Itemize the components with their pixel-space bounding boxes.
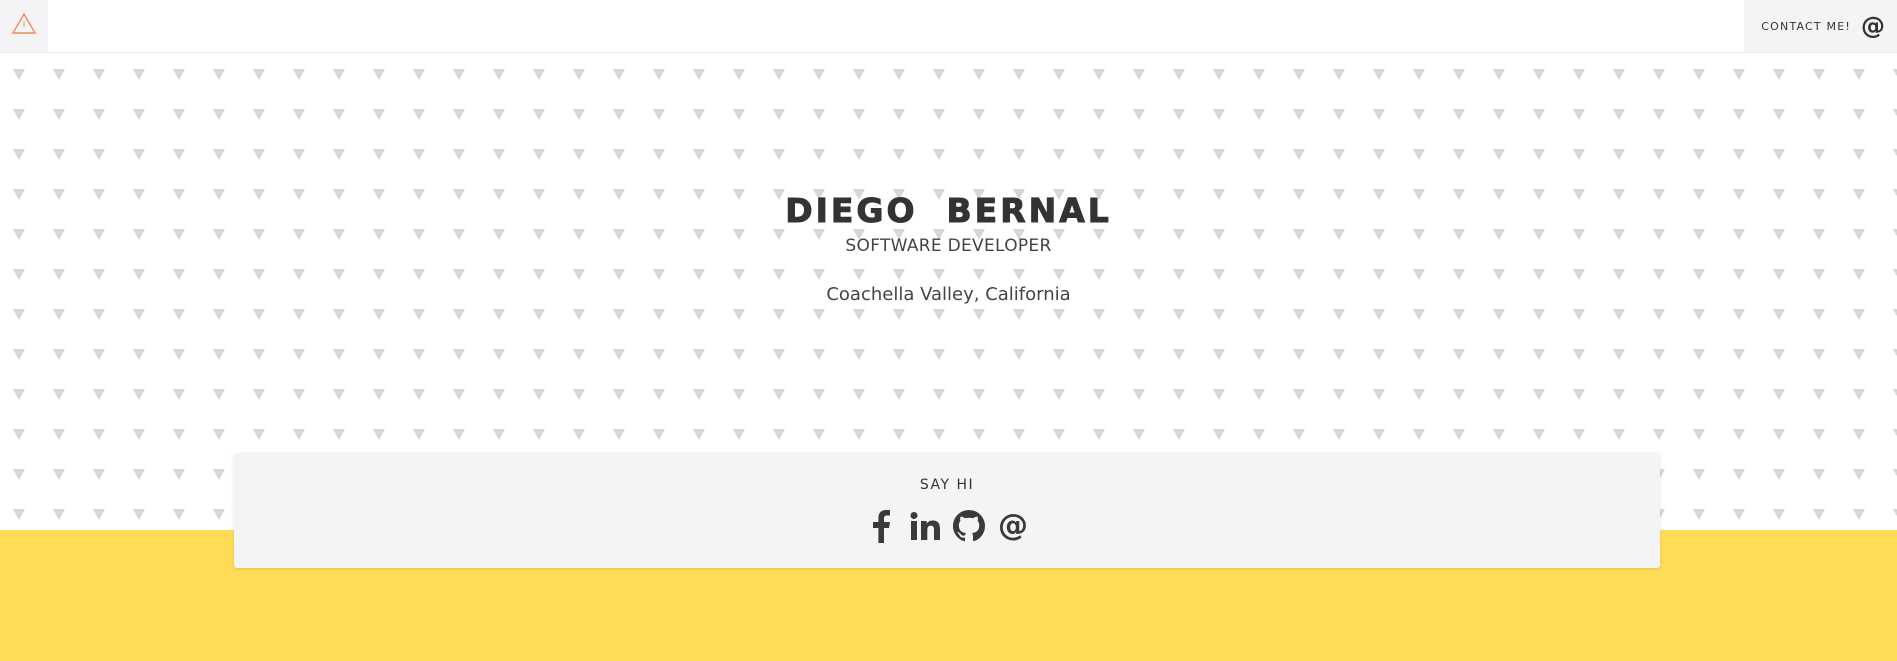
contact-me-button[interactable]: CONTACT ME! @ (1744, 0, 1897, 52)
logo-link[interactable] (0, 0, 48, 52)
linkedin-icon[interactable] (909, 509, 941, 543)
triangle-logo-icon (11, 12, 37, 40)
job-title: SOFTWARE DEVELOPER (845, 236, 1052, 256)
hero-content: DIEGO BERNAL SOFTWARE DEVELOPER Coachell… (0, 191, 1897, 305)
say-hi-card: SAY HI @ (234, 453, 1660, 568)
top-nav: CONTACT ME! @ (0, 0, 1897, 53)
social-links: @ (234, 509, 1660, 543)
at-icon: @ (1861, 12, 1885, 40)
page: CONTACT ME! @ DIEGO BERNAL SOFTWARE DEVE… (0, 0, 1897, 661)
contact-me-label: CONTACT ME! (1761, 19, 1851, 33)
facebook-icon[interactable] (865, 509, 897, 543)
page-title: DIEGO BERNAL (785, 191, 1112, 230)
email-at-icon[interactable]: @ (997, 509, 1029, 543)
say-hi-title: SAY HI (919, 477, 975, 493)
github-icon[interactable] (953, 509, 985, 543)
email-at-symbol: @ (998, 508, 1028, 543)
location-text: Coachella Valley, California (826, 284, 1071, 305)
